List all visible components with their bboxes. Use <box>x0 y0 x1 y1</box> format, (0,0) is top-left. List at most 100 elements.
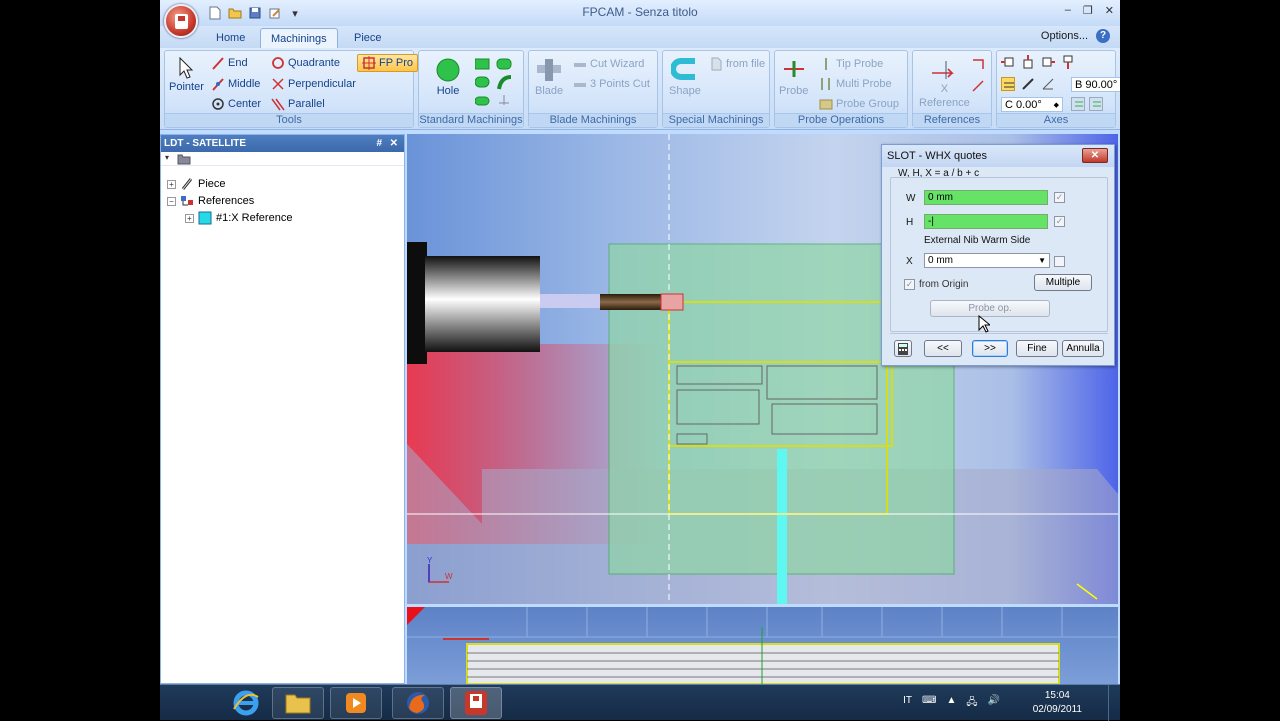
h-label: H <box>906 217 914 228</box>
tip-probe-button[interactable]: Tip Probe <box>819 57 883 71</box>
pointer-button[interactable]: Pointer <box>169 57 204 93</box>
from-file-button[interactable]: from file <box>709 57 765 71</box>
minimize-icon[interactable]: ‒ <box>1065 4 1071 17</box>
cyan-beam <box>777 449 787 604</box>
reference-arrow-icon <box>973 59 984 69</box>
x-label: X <box>906 256 913 267</box>
axis-top-icon[interactable] <box>1021 55 1035 69</box>
reference-diagonal-button[interactable] <box>971 79 985 93</box>
tab-home[interactable]: Home <box>206 28 255 48</box>
axis-left-icon[interactable] <box>1001 55 1015 69</box>
keyboard-icon[interactable]: ⌨ <box>922 695 936 712</box>
reference-flip-button[interactable] <box>971 57 985 71</box>
reference-diagonal-icon <box>972 80 984 92</box>
w-input[interactable]: 0 mm <box>924 190 1048 205</box>
close-icon[interactable]: ✕ <box>1105 4 1114 17</box>
multiple-button[interactable]: Multiple <box>1034 274 1092 291</box>
b-angle-field[interactable]: B 90.00° <box>1071 77 1120 92</box>
h-input[interactable]: -| <box>924 214 1048 229</box>
snap-quadrante-button[interactable]: Quadrante <box>271 56 340 70</box>
x-reference-icon <box>932 61 955 79</box>
probe-icon <box>783 61 804 77</box>
media-player-taskbar-button[interactable] <box>330 687 382 719</box>
c-angle-spinner-icon[interactable]: ◆ <box>1054 101 1059 109</box>
axis-180-icon[interactable] <box>1089 97 1103 111</box>
axis-pen-icon[interactable] <box>1021 77 1035 91</box>
probe-button[interactable]: Probe <box>779 57 808 97</box>
c-angle-field[interactable]: C 0.00° ◆ <box>1001 97 1063 112</box>
rect-pocket-button[interactable] <box>475 57 515 111</box>
help-icon[interactable]: ? <box>1096 29 1110 43</box>
x-select-chevron-icon[interactable]: ▼ <box>1038 254 1046 267</box>
language-indicator[interactable]: IT <box>903 695 912 712</box>
dialog-close-button[interactable]: ✕ <box>1082 148 1108 163</box>
axis-lines-icon[interactable] <box>1001 77 1015 91</box>
tree-expander[interactable]: + <box>167 179 176 189</box>
axes-buttons-row-3 <box>1071 97 1103 111</box>
dialog-separator <box>890 333 1108 334</box>
axis-zero-icon[interactable] <box>1071 97 1085 111</box>
timeline-view[interactable] <box>407 607 1118 684</box>
firefox-taskbar-button[interactable] <box>392 687 444 719</box>
axis-pin-icon[interactable] <box>1061 55 1075 69</box>
axis-edit-icon[interactable] <box>1041 77 1055 91</box>
snap-end-button[interactable]: End <box>211 56 248 70</box>
calculator-button[interactable] <box>894 340 912 357</box>
timeline-corner-marker <box>407 607 425 625</box>
ribbon-tabs: Home Machinings Piece Options... ? <box>160 26 1120 48</box>
hole-button[interactable]: Hole <box>435 57 461 97</box>
blade-machinings-group: Blade Cut Wizard 3 Points Cut Blade Mach… <box>528 50 658 128</box>
blade-button[interactable]: Blade <box>535 57 563 97</box>
previous-button[interactable]: << <box>924 340 962 357</box>
ie-taskbar-button[interactable] <box>220 687 272 719</box>
probe-op-button[interactable]: Probe op. <box>930 300 1050 317</box>
axis-right-icon[interactable] <box>1041 55 1055 69</box>
tree-item-x-reference[interactable]: + #1:X Reference <box>185 211 292 225</box>
from-origin-label: from Origin <box>919 279 969 290</box>
maximize-icon[interactable]: ❐ <box>1083 4 1093 17</box>
folder-icon[interactable] <box>177 153 191 165</box>
x-select[interactable]: 0 mm ▼ <box>924 253 1050 268</box>
clock[interactable]: 15:04 02/09/2011 <box>1033 689 1082 717</box>
tree-item-piece[interactable]: + Piece <box>167 177 226 191</box>
multi-probe-button[interactable]: Multi Probe <box>819 77 892 91</box>
panel-close-icon[interactable]: ✕ <box>390 135 398 152</box>
snap-middle-button[interactable]: Middle <box>211 77 260 91</box>
w-checkbox[interactable]: ✓ <box>1054 192 1065 203</box>
tree-dropdown-icon[interactable]: ▾ <box>165 153 169 162</box>
explorer-taskbar-button[interactable] <box>272 687 324 719</box>
tab-machinings[interactable]: Machinings <box>260 28 338 48</box>
snap-center-button[interactable]: Center <box>211 97 261 111</box>
pin-icon[interactable]: # <box>376 135 382 152</box>
fine-button[interactable]: Fine <box>1016 340 1058 357</box>
shape-button[interactable]: Shape <box>669 57 701 97</box>
clock-time: 15:04 <box>1044 690 1070 701</box>
application-menu-button[interactable] <box>164 4 198 38</box>
fpcam-taskbar-button[interactable] <box>450 687 502 719</box>
tray-expand-icon[interactable]: ▲ <box>946 695 956 712</box>
network-icon[interactable]: 🖧 <box>966 695 977 712</box>
snap-parallel-button[interactable]: Parallel <box>271 97 325 111</box>
tree-item-references[interactable]: − References <box>167 194 254 208</box>
probe-group-button[interactable]: Probe Group <box>819 97 899 111</box>
three-points-cut-button[interactable]: 3 Points Cut <box>573 77 650 91</box>
from-origin-checkbox[interactable]: ✓ <box>904 279 915 290</box>
volume-icon[interactable]: 🔊 <box>988 695 1000 712</box>
spindle-body <box>425 256 540 352</box>
hole-icon <box>436 58 460 82</box>
h-checkbox[interactable]: ✓ <box>1054 216 1065 227</box>
next-button[interactable]: >> <box>972 340 1008 357</box>
show-desktop-button[interactable] <box>1108 685 1120 721</box>
tree-expander[interactable]: + <box>185 213 194 223</box>
tab-piece[interactable]: Piece <box>344 28 392 48</box>
side-description: External Nib Warm Side <box>924 235 1031 246</box>
cut-wizard-button[interactable]: Cut Wizard <box>573 57 644 71</box>
options-button[interactable]: Options... <box>1041 30 1088 42</box>
blade-icon <box>537 59 562 81</box>
x-checkbox[interactable]: ✓ <box>1054 256 1065 267</box>
snap-perpendicular-button[interactable]: Perpendicular <box>271 77 356 91</box>
fp-pro-toggle[interactable]: FP Pro <box>357 54 419 72</box>
x-reference-button[interactable]: X Reference <box>919 59 970 109</box>
tree-expander[interactable]: − <box>167 196 176 206</box>
annulla-button[interactable]: Annulla <box>1062 340 1104 357</box>
